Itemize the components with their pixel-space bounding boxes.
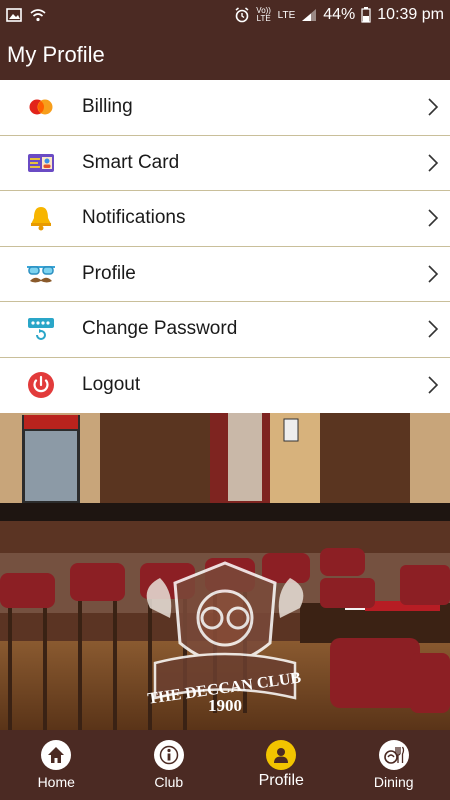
battery-icon [361,7,371,23]
network-indicator: LTE [277,9,296,21]
menu-label: Change Password [82,318,238,340]
user-icon [266,740,297,770]
chevron-right-icon [416,264,450,284]
signal-icon [302,9,317,21]
wifi-icon [30,9,46,22]
menu-item-profile[interactable]: Profile [0,247,450,302]
id-card-icon [0,152,82,174]
power-icon [0,371,82,399]
dining-icon [378,740,409,770]
glasses-mustache-icon [0,262,82,286]
home-icon [41,740,72,770]
password-reset-icon [0,316,82,342]
volte-indicator: Vo)) LTE [256,6,271,23]
chevron-right-icon [416,153,450,173]
menu-item-billing[interactable]: Billing [0,80,450,136]
status-left [6,8,46,22]
menu-item-notifications[interactable]: Notifications [0,191,450,247]
menu-label: Profile [82,262,136,284]
bottom-tab-bar: Home Club Profile Dining [0,730,450,800]
page-title: My Profile [7,42,105,67]
tab-club[interactable]: Club [113,730,226,800]
profile-menu: Billing Smart Card Notifications Profile [0,80,450,413]
credit-card-icon [0,96,82,118]
info-icon [153,740,184,770]
menu-label: Notifications [82,207,186,229]
chevron-right-icon [416,319,450,339]
battery-percent: 44% [323,6,356,23]
status-bar: Vo)) LTE LTE 44% 10:39 pm [0,0,450,30]
menu-label: Billing [82,96,133,118]
logo-year: 1900 [208,696,242,715]
status-right: Vo)) LTE LTE 44% 10:39 pm [234,6,444,24]
bell-icon [0,205,82,231]
tab-label: Club [154,774,184,790]
menu-item-change-password[interactable]: Change Password [0,302,450,358]
tab-label: Home [37,774,75,790]
club-interior-image: THE DECCAN CLUB 1900 [0,413,450,730]
chevron-right-icon [416,375,450,395]
gallery-icon [6,8,22,22]
menu-label: Logout [82,374,141,396]
tab-home[interactable]: Home [0,730,113,800]
app-bar: My Profile [0,30,450,80]
menu-item-logout[interactable]: Logout [0,358,450,414]
chevron-right-icon [416,208,450,228]
restaurant-scene: THE DECCAN CLUB 1900 [0,413,450,730]
tab-profile[interactable]: Profile [225,730,338,800]
tab-label: Profile [258,772,304,789]
chevron-right-icon [416,97,450,117]
clock: 10:39 pm [377,6,444,23]
tab-label: Dining [373,774,414,790]
alarm-icon [235,7,249,23]
menu-item-smart-card[interactable]: Smart Card [0,136,450,191]
tab-dining[interactable]: Dining [338,730,450,800]
menu-label: Smart Card [82,151,180,173]
